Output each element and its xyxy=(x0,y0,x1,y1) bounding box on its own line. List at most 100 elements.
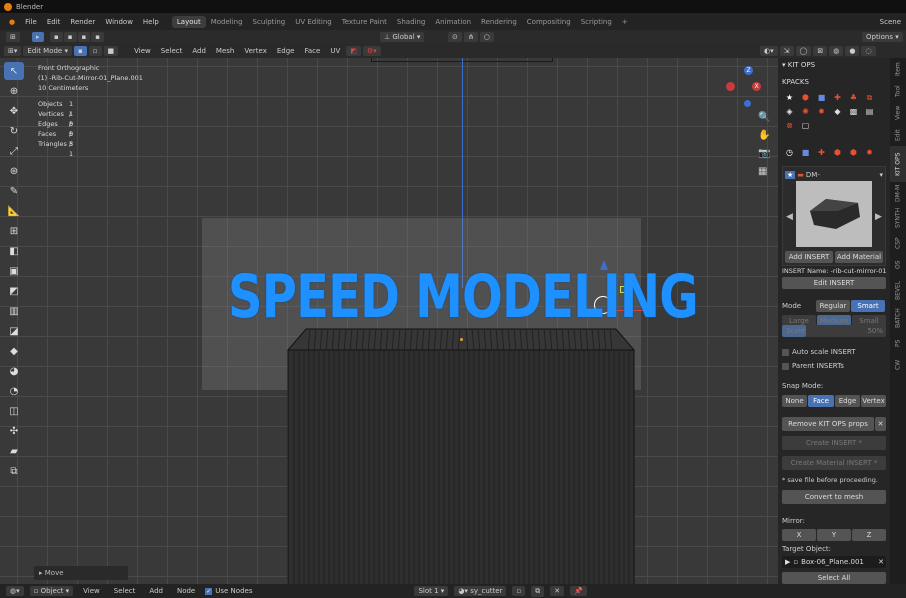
overlay-icon[interactable]: ◯ xyxy=(795,46,812,56)
tab-tool[interactable]: Tool xyxy=(890,80,906,102)
close-icon[interactable]: ✕ xyxy=(875,417,886,431)
menu-file[interactable]: File xyxy=(20,18,42,26)
kpack-icon[interactable]: ▤ xyxy=(862,105,877,118)
node-menu-add[interactable]: Add xyxy=(145,587,167,595)
spin-tool-icon[interactable]: ◕ xyxy=(4,362,24,380)
menu-edit[interactable]: Edit xyxy=(42,18,66,26)
menu-render[interactable]: Render xyxy=(65,18,100,26)
tab-scripting[interactable]: Scripting xyxy=(576,16,617,28)
scale-tool-icon[interactable]: ⤢ xyxy=(4,142,24,160)
favorite-icon[interactable]: ★ xyxy=(782,91,797,104)
inset-tool-icon[interactable]: ▣ xyxy=(4,262,24,280)
rotate-tool-icon[interactable]: ↻ xyxy=(4,122,24,140)
tab-animation[interactable]: Animation xyxy=(430,16,476,28)
navigation-gizmo[interactable]: Z X 🔍 ✋ 📷 ▦ xyxy=(726,62,770,192)
menu-add[interactable]: Add xyxy=(188,47,210,55)
tab-kitops[interactable]: KIT OPS xyxy=(890,146,906,182)
menu-select[interactable]: Select xyxy=(157,47,187,55)
node-menu-view[interactable]: View xyxy=(79,587,104,595)
kpack-tab-icon[interactable]: ■ xyxy=(798,146,813,159)
mode-new-icon[interactable]: ▪ xyxy=(50,32,63,42)
tab-cw[interactable]: CW xyxy=(890,354,906,376)
next-insert-icon[interactable]: ▶ xyxy=(875,212,882,222)
menu-help[interactable]: Help xyxy=(138,18,164,26)
box-mesh[interactable] xyxy=(286,328,638,584)
proportional-icon[interactable]: ○ xyxy=(479,32,494,42)
tab-synth[interactable]: SYNTH xyxy=(890,204,906,232)
tab-edit[interactable]: Edit xyxy=(890,124,906,146)
tab-texture-paint[interactable]: Texture Paint xyxy=(337,16,392,28)
tab-ps[interactable]: PS xyxy=(890,332,906,354)
slot-dropdown[interactable]: Slot 1 ▾ xyxy=(414,586,449,596)
remove-kitops-props-button[interactable]: Remove KIT OPS props xyxy=(782,417,874,431)
kpack-icon[interactable]: ◈ xyxy=(782,105,797,118)
kpack-icon[interactable]: ◆ xyxy=(830,105,845,118)
mode-regular-button[interactable]: Regular xyxy=(816,300,850,312)
parent-inserts-checkbox[interactable]: Parent INSERTs xyxy=(782,362,844,370)
tab-batch[interactable]: BATCH xyxy=(890,304,906,332)
annotate-tool-icon[interactable]: ✎ xyxy=(4,182,24,200)
tab-csp[interactable]: CSP xyxy=(890,232,906,254)
x-axis-icon[interactable]: X xyxy=(752,82,761,91)
menu-vertex[interactable]: Vertex xyxy=(240,47,271,55)
mirror-y-button[interactable]: Y xyxy=(817,529,851,541)
vertex-select-icon[interactable]: ▪ xyxy=(74,46,87,56)
menu-view[interactable]: View xyxy=(130,47,155,55)
bevel-tool-icon[interactable]: ◩ xyxy=(4,282,24,300)
kitops-header-icon[interactable]: ◩ xyxy=(346,46,361,56)
add-material-button[interactable]: Add Material xyxy=(835,251,883,263)
select-box-icon[interactable]: ▸ xyxy=(32,32,44,42)
close-material-icon[interactable]: ✕ xyxy=(550,586,565,596)
snap-face-button[interactable]: Face xyxy=(808,395,834,407)
scene-label[interactable]: Scene xyxy=(875,18,906,26)
pin-icon[interactable]: 📌 xyxy=(570,586,587,596)
kpack-icon[interactable]: ✹ xyxy=(814,105,829,118)
convert-to-mesh-button[interactable]: Convert to mesh xyxy=(782,490,886,504)
smooth-tool-icon[interactable]: ◔ xyxy=(4,382,24,400)
node-menu-node[interactable]: Node xyxy=(173,587,199,595)
editor-type-icon-3[interactable]: ◍▾ xyxy=(6,586,24,596)
kpack-icon[interactable]: ⧉ xyxy=(862,91,877,104)
editor-type-icon-2[interactable]: ⊞▾ xyxy=(4,46,22,56)
shear-tool-icon[interactable]: ▰ xyxy=(4,442,24,460)
mode-extend-icon[interactable]: ▪ xyxy=(63,32,77,42)
tab-dm-m[interactable]: DM-M xyxy=(890,182,906,204)
tab-sculpting[interactable]: Sculpting xyxy=(248,16,291,28)
prev-insert-icon[interactable]: ◀ xyxy=(786,212,793,222)
blender-menu-icon[interactable]: ● xyxy=(4,18,20,26)
snap-icon[interactable]: ⋔ xyxy=(463,32,478,42)
scale-slider[interactable]: Scale 50% xyxy=(782,325,886,337)
node-menu-select[interactable]: Select xyxy=(110,587,140,595)
edge-select-icon[interactable]: ▫ xyxy=(88,46,102,56)
kpack-selector[interactable]: ★ ▬ DM- ▾ xyxy=(785,169,883,180)
mode-invert-icon[interactable]: ▪ xyxy=(91,32,104,42)
polybuild-tool-icon[interactable]: ◆ xyxy=(4,342,24,360)
knife-tool-icon[interactable]: ◪ xyxy=(4,322,24,340)
visibility-icon[interactable]: ◐▾ xyxy=(760,46,778,56)
snap-vertex-button[interactable]: Vertex xyxy=(861,395,886,407)
tab-bevel[interactable]: BEVEL xyxy=(890,276,906,304)
clock-icon[interactable]: ◷ xyxy=(782,146,797,159)
mode-smart-button[interactable]: Smart xyxy=(851,300,885,312)
tab-item[interactable]: Item xyxy=(890,58,906,80)
insert-thumbnail[interactable] xyxy=(796,181,872,247)
kpack-tab-icon[interactable]: ✚ xyxy=(814,146,829,159)
shading-solid-icon[interactable]: ● xyxy=(845,46,860,56)
kpack-icon[interactable]: ✚ xyxy=(830,91,845,104)
pan-hand-icon[interactable]: ✋ xyxy=(758,130,770,141)
extrude-tool-icon[interactable]: ◧ xyxy=(4,242,24,260)
camera-icon[interactable]: 📷 xyxy=(758,148,770,159)
face-select-icon[interactable]: ■ xyxy=(103,46,119,56)
kpack-icon[interactable]: ⊗ xyxy=(782,119,797,132)
kpack-tab-icon[interactable]: ✹ xyxy=(862,146,877,159)
create-material-insert-button[interactable]: Create Material INSERT * xyxy=(782,456,886,470)
use-nodes-checkbox[interactable]: ✓ Use Nodes xyxy=(205,587,252,595)
add-cube-tool-icon[interactable]: ⊞ xyxy=(4,222,24,240)
snap-edge-button[interactable]: Edge xyxy=(835,395,860,407)
shading-render-icon[interactable]: ◌ xyxy=(861,46,876,56)
menu-edge[interactable]: Edge xyxy=(273,47,299,55)
kpack-icon[interactable]: ✺ xyxy=(798,105,813,118)
create-insert-button[interactable]: Create INSERT * xyxy=(782,436,886,450)
kpack-tab-icon[interactable]: ⬢ xyxy=(846,146,861,159)
editor-type-icon[interactable]: ⊞ xyxy=(6,32,20,42)
